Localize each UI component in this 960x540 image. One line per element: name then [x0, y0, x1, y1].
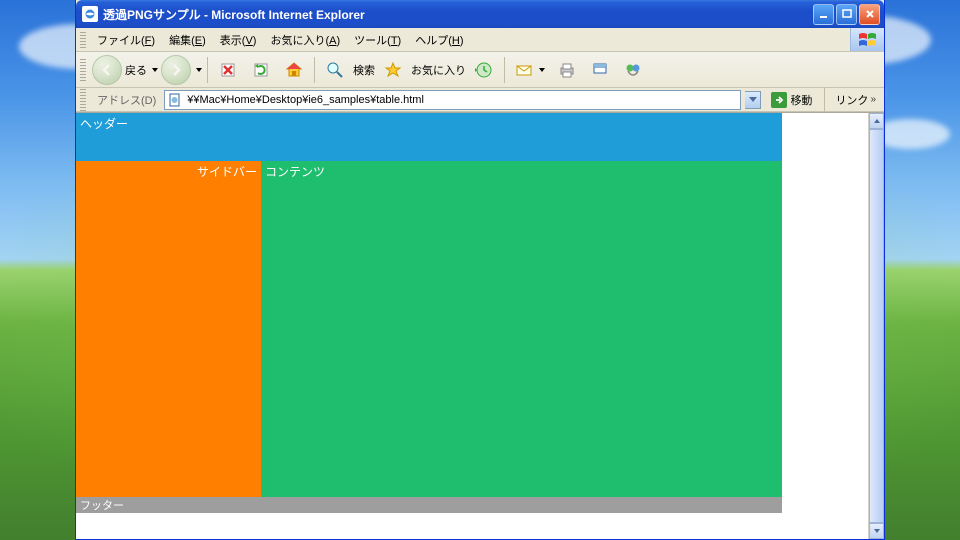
stop-button[interactable]	[213, 55, 243, 85]
print-button[interactable]	[552, 55, 582, 85]
page-header: ヘッダー	[76, 113, 782, 161]
back-button[interactable]	[92, 55, 122, 85]
edit-button[interactable]	[585, 55, 615, 85]
scroll-down-button[interactable]	[869, 523, 884, 539]
titlebar[interactable]: 透過PNGサンプル - Microsoft Internet Explorer	[76, 0, 884, 28]
ie-window: 透過PNGサンプル - Microsoft Internet Explorer …	[75, 0, 885, 540]
scrollbar-track[interactable]	[869, 129, 884, 523]
vertical-scrollbar[interactable]	[868, 113, 884, 539]
page-viewport[interactable]: ヘッダー サイドバー コンテンツ フッター	[76, 113, 868, 539]
toolbar-grip-icon[interactable]	[80, 59, 86, 81]
address-input[interactable]	[187, 94, 738, 106]
ie-page-icon	[82, 6, 98, 22]
mail-button[interactable]	[510, 55, 549, 85]
menu-favorites[interactable]: お気に入り(A)	[263, 29, 347, 51]
address-dropdown[interactable]	[745, 91, 761, 109]
page-layout-table: ヘッダー サイドバー コンテンツ フッター	[76, 113, 782, 513]
toolbar-grip-icon[interactable]	[80, 32, 86, 48]
favorites-label: お気に入り	[411, 62, 466, 78]
scrollbar-thumb[interactable]	[869, 129, 884, 523]
address-bar: アドレス(D) 移動 リンク »	[76, 88, 884, 112]
menu-edit[interactable]: 編集(E)	[162, 29, 213, 51]
menu-view[interactable]: 表示(V)	[213, 29, 264, 51]
go-label: 移動	[790, 92, 812, 108]
toolbar-grip-icon[interactable]	[80, 89, 86, 111]
go-arrow-icon	[771, 92, 787, 108]
search-label: 検索	[353, 62, 375, 78]
refresh-button[interactable]	[246, 55, 276, 85]
minimize-button[interactable]	[813, 4, 834, 25]
home-button[interactable]	[279, 55, 309, 85]
go-button[interactable]: 移動	[765, 90, 818, 110]
address-field[interactable]	[164, 90, 741, 110]
page-footer: フッター	[76, 497, 782, 513]
forward-button[interactable]	[161, 55, 191, 85]
search-button[interactable]	[320, 55, 350, 85]
favorites-button[interactable]	[378, 55, 408, 85]
page-sidebar: サイドバー	[76, 161, 261, 497]
maximize-button[interactable]	[836, 4, 857, 25]
history-button[interactable]	[469, 55, 499, 85]
chevron-right-icon: »	[870, 94, 876, 105]
page-icon	[167, 92, 183, 108]
menubar: ファイル(F) 編集(E) 表示(V) お気に入り(A) ツール(T) ヘルプ(…	[76, 28, 884, 52]
scroll-up-button[interactable]	[869, 113, 884, 129]
menu-help[interactable]: ヘルプ(H)	[408, 29, 470, 51]
page-content: コンテンツ	[261, 161, 782, 497]
back-dropdown[interactable]	[152, 68, 158, 72]
back-label: 戻る	[125, 62, 147, 78]
links-button[interactable]: リンク »	[831, 92, 880, 108]
windows-flag-icon	[850, 28, 884, 51]
toolbar: 戻る 検索 お気に入り	[76, 52, 884, 88]
messenger-button[interactable]	[618, 55, 648, 85]
window-title: 透過PNGサンプル - Microsoft Internet Explorer	[103, 6, 813, 23]
menu-file[interactable]: ファイル(F)	[90, 29, 162, 51]
forward-dropdown[interactable]	[196, 68, 202, 72]
content-area: ヘッダー サイドバー コンテンツ フッター	[76, 112, 884, 539]
close-button[interactable]	[859, 4, 880, 25]
address-label: アドレス(D)	[93, 92, 160, 108]
menu-tools[interactable]: ツール(T)	[347, 29, 408, 51]
